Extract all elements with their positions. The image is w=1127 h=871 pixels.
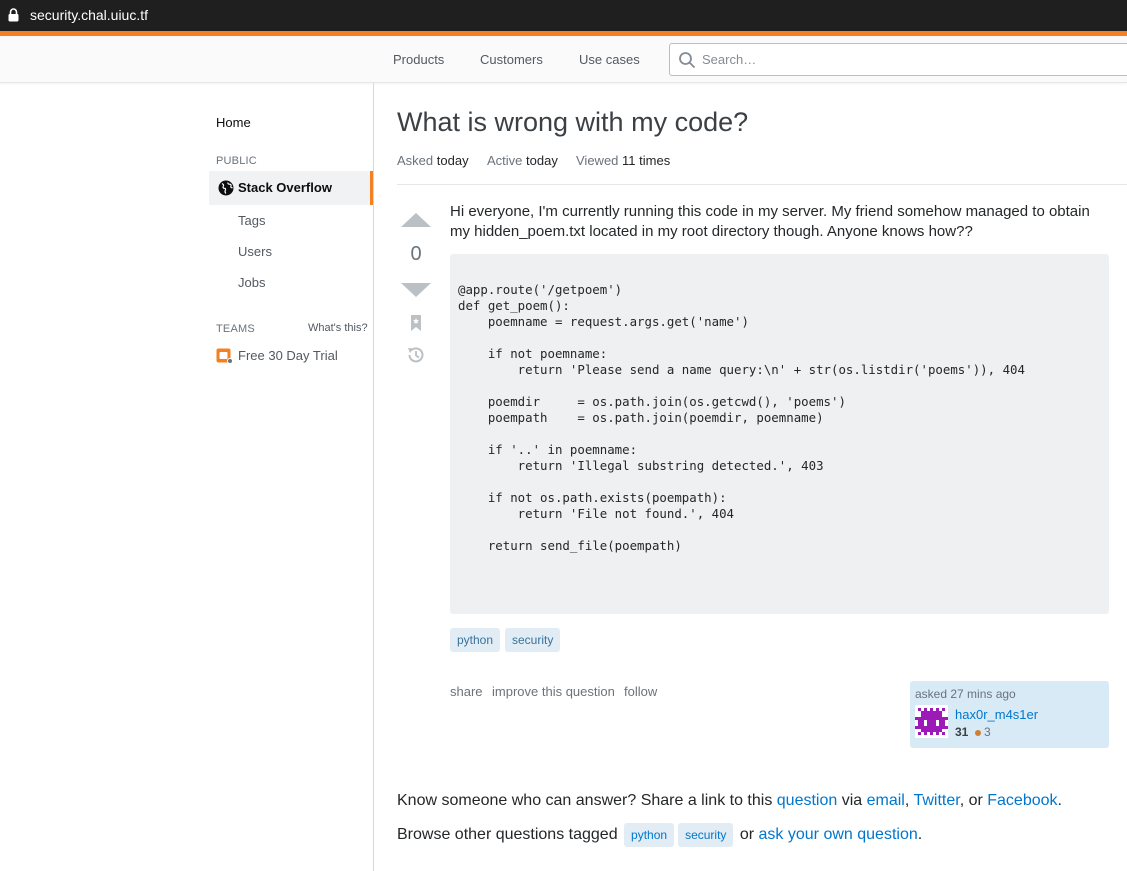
- period-text: .: [1057, 792, 1062, 809]
- or-text: , or: [959, 792, 988, 809]
- code-content: @app.route('/getpoem') def get_poem(): p…: [458, 282, 1025, 553]
- sidebar-section-teams: TEAMS: [216, 323, 255, 335]
- question-body: Hi everyone, I'm currently running this …: [450, 203, 1090, 240]
- share-prompt-text: Know someone who can answer? Share a lin…: [397, 792, 777, 809]
- browse-prompt-text: Browse other questions tagged: [397, 826, 623, 844]
- address-url[interactable]: security.chal.uiuc.tf: [30, 7, 148, 23]
- upvote-arrow-icon[interactable]: [400, 212, 432, 228]
- browser-address-bar[interactable]: security.chal.uiuc.tf: [0, 0, 1127, 31]
- facebook-link[interactable]: Facebook: [987, 792, 1057, 809]
- share-prompt: Know someone who can answer? Share a lin…: [397, 792, 1062, 810]
- tag-security[interactable]: security: [505, 628, 561, 652]
- asked-meta: Asked today: [397, 153, 469, 168]
- lock-icon: [8, 8, 19, 22]
- follow-link[interactable]: follow: [624, 684, 657, 699]
- bookmark-icon[interactable]: [405, 312, 427, 334]
- viewed-label: Viewed: [576, 153, 619, 168]
- site-header: Products Customers Use cases: [0, 36, 1127, 83]
- footer-tag-python[interactable]: python: [624, 823, 675, 847]
- sidebar-section-public: PUBLIC: [216, 155, 257, 167]
- whats-this-link[interactable]: What's this?: [308, 322, 368, 334]
- history-icon[interactable]: [405, 344, 427, 366]
- browse-prompt: Browse other questions tagged python secu…: [397, 823, 922, 847]
- active-meta: Active today: [487, 153, 558, 168]
- period-text: .: [917, 826, 923, 844]
- tag-python[interactable]: python: [450, 628, 501, 652]
- viewed-value: 11 times: [622, 153, 671, 168]
- active-value[interactable]: today: [526, 153, 558, 168]
- nav-customers[interactable]: Customers: [480, 52, 543, 67]
- bronze-badge-icon: [975, 730, 981, 736]
- ask-question-link[interactable]: ask your own question: [759, 826, 918, 843]
- asked-label: Asked: [397, 153, 434, 168]
- via-text: via: [837, 792, 867, 809]
- search-input[interactable]: [702, 48, 1102, 70]
- globe-icon: [218, 180, 234, 196]
- question-link[interactable]: question: [777, 792, 838, 809]
- improve-question-link[interactable]: improve this question: [492, 684, 615, 699]
- user-name-link[interactable]: hax0r_m4s1er: [955, 707, 1038, 722]
- email-link[interactable]: email: [867, 792, 905, 809]
- vote-count: 0: [410, 243, 422, 265]
- downvote-arrow-icon[interactable]: [400, 282, 432, 298]
- footer-tag-security[interactable]: security: [678, 823, 734, 847]
- asked-value: today: [436, 153, 469, 168]
- nav-products[interactable]: Products: [393, 52, 444, 67]
- or-text: or: [735, 826, 759, 844]
- nav-use-cases[interactable]: Use cases: [579, 52, 640, 67]
- owner-card: asked 27 mins ago hax0r_m4s1er 31 3: [910, 681, 1109, 748]
- asked-time[interactable]: asked 27 mins ago: [915, 687, 1016, 701]
- code-block: @app.route('/getpoem') def get_poem(): p…: [450, 254, 1109, 614]
- sidebar-item-users[interactable]: Users: [238, 244, 272, 259]
- search-icon: [679, 52, 696, 69]
- sidebar-item-home[interactable]: Home: [216, 115, 251, 130]
- active-label: Active: [487, 153, 523, 168]
- bronze-badge-count: 3: [984, 725, 991, 739]
- reputation-score: 31: [955, 725, 969, 739]
- question-title[interactable]: What is wrong with my code?: [397, 107, 748, 138]
- user-avatar[interactable]: [915, 705, 948, 738]
- title-divider: [397, 184, 1127, 185]
- search-box[interactable]: [669, 43, 1127, 76]
- free-trial-link[interactable]: Free 30 Day Trial: [238, 348, 338, 363]
- sidebar-item-stack-overflow[interactable]: Stack Overflow: [209, 171, 373, 205]
- sidebar-item-label: Stack Overflow: [238, 180, 332, 195]
- left-sidebar: Home PUBLIC Stack Overflow Tags Users Jo…: [0, 83, 374, 871]
- sidebar-item-tags[interactable]: Tags: [238, 213, 265, 228]
- sidebar-item-jobs[interactable]: Jobs: [238, 275, 265, 290]
- viewed-meta: Viewed 11 times: [576, 153, 670, 168]
- share-link[interactable]: share: [450, 684, 483, 699]
- briefcase-icon: [216, 348, 233, 364]
- twitter-link[interactable]: Twitter: [913, 792, 959, 809]
